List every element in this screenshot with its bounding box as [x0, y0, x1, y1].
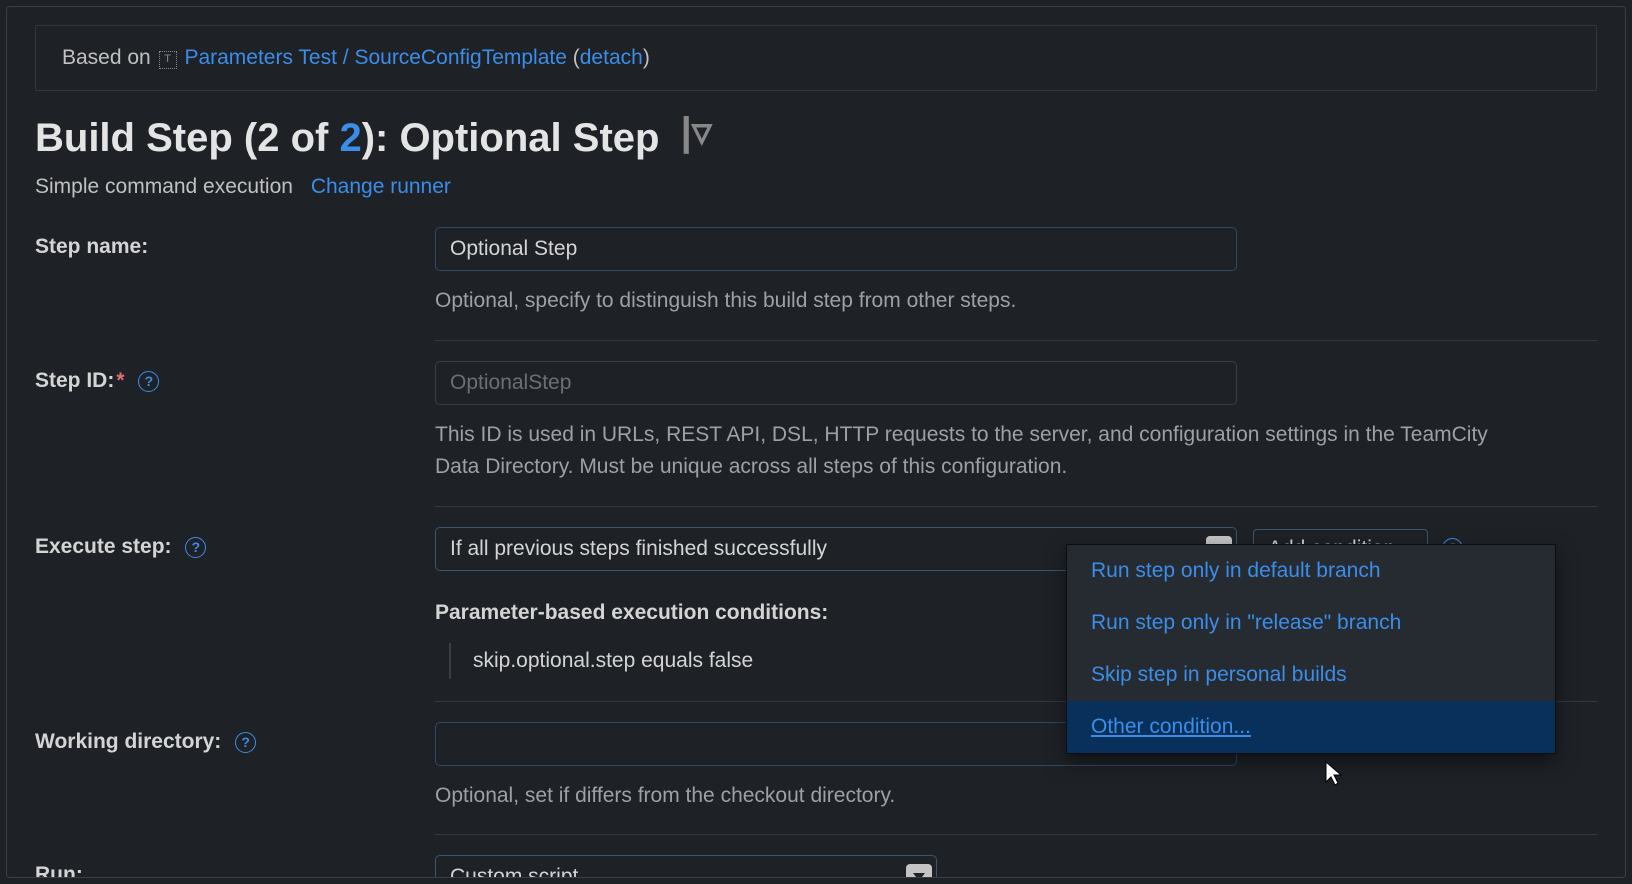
step-reorder-icon[interactable]: |▿	[681, 109, 712, 155]
step-id-input	[435, 361, 1237, 405]
dropdown-item-skip-personal[interactable]: Skip step in personal builds	[1067, 649, 1555, 701]
dropdown-item-other[interactable]: Other condition...	[1067, 701, 1555, 753]
change-runner-link[interactable]: Change runner	[311, 175, 451, 198]
runner-description: Simple command execution	[35, 175, 293, 198]
help-icon[interactable]: ?	[235, 732, 256, 753]
execute-step-label: Execute step: ?	[35, 527, 435, 559]
dropdown-item-default-branch[interactable]: Run step only in default branch	[1067, 545, 1555, 597]
chevron-down-icon	[906, 864, 932, 878]
working-dir-hint: Optional, set if differs from the checko…	[435, 780, 1515, 813]
step-id-label: Step ID:* ?	[35, 361, 435, 393]
divider	[435, 834, 1597, 835]
divider	[435, 506, 1597, 507]
page-title: Build Step (2 of 2): Optional Step |▿	[35, 109, 1597, 161]
template-icon: T	[159, 51, 177, 69]
template-banner: Based on T Parameters Test / SourceConfi…	[35, 25, 1597, 91]
divider	[435, 340, 1597, 341]
based-on-label: Based on	[62, 46, 151, 69]
runner-subline: Simple command execution Change runner	[35, 175, 1597, 199]
help-icon[interactable]: ?	[185, 537, 206, 558]
add-condition-dropdown: Run step only in default branch Run step…	[1066, 544, 1556, 754]
cursor-icon	[1322, 760, 1346, 788]
template-link[interactable]: Parameters Test / SourceConfigTemplate	[184, 46, 566, 69]
detach-link[interactable]: detach	[580, 46, 643, 69]
step-name-hint: Optional, specify to distinguish this bu…	[435, 285, 1515, 318]
help-icon[interactable]: ?	[138, 371, 159, 392]
step-name-label: Step name:	[35, 227, 435, 259]
dropdown-item-release-branch[interactable]: Run step only in "release" branch	[1067, 597, 1555, 649]
run-select[interactable]: Custom script	[435, 855, 937, 878]
step-name-input[interactable]	[435, 227, 1237, 271]
step-id-hint: This ID is used in URLs, REST API, DSL, …	[435, 419, 1515, 484]
working-dir-label: Working directory: ?	[35, 722, 435, 754]
run-label: Run:	[35, 855, 435, 878]
